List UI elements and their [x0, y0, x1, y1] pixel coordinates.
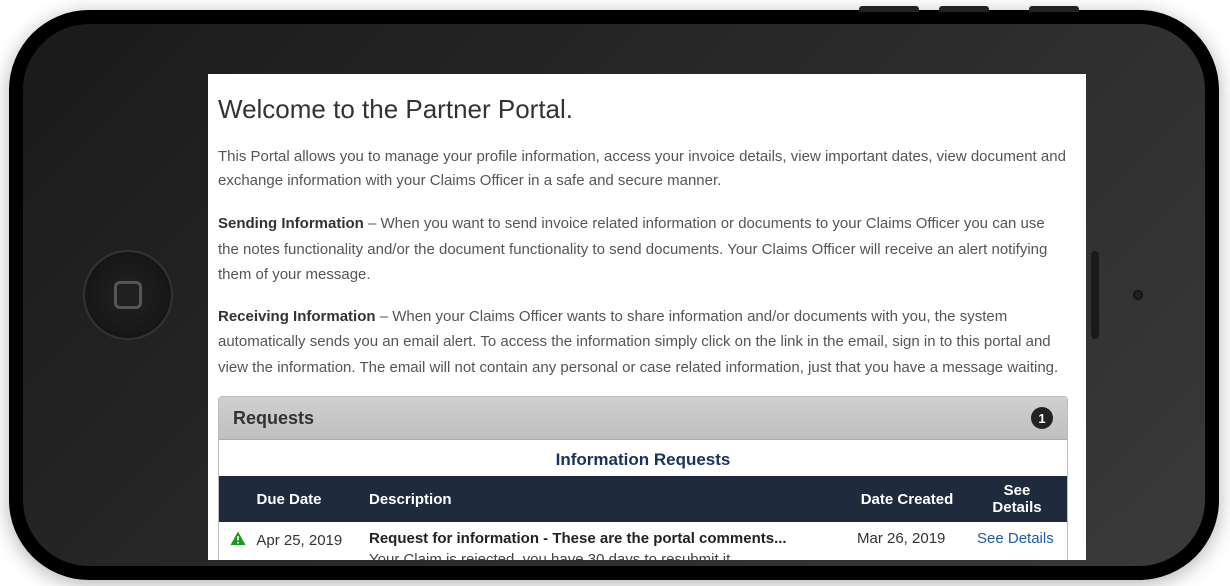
phone-top-button: [939, 6, 989, 12]
warning-icon: [229, 530, 247, 552]
see-details-link[interactable]: See Details: [977, 530, 1054, 547]
home-button[interactable]: [83, 250, 173, 340]
sending-label: Sending Information: [218, 215, 364, 232]
phone-bezel: Welcome to the Partner Portal. This Port…: [23, 24, 1205, 566]
description-main: Request for information - These are the …: [369, 530, 837, 547]
requests-table: Due Date Description Date Created See De…: [219, 476, 1067, 560]
phone-frame: Welcome to the Partner Portal. This Port…: [9, 10, 1219, 580]
col-due-date[interactable]: Due Date: [219, 476, 359, 522]
col-see-details[interactable]: See Details: [967, 476, 1067, 522]
table-header-row: Due Date Description Date Created See De…: [219, 476, 1067, 522]
home-button-icon: [114, 281, 142, 309]
requests-header[interactable]: Requests 1: [219, 397, 1067, 440]
receiving-label: Receiving Information: [218, 308, 376, 325]
requests-title: Requests: [233, 408, 314, 429]
screen-content: Welcome to the Partner Portal. This Port…: [208, 74, 1086, 560]
page-title: Welcome to the Partner Portal.: [218, 94, 1068, 125]
requests-count-badge: 1: [1031, 407, 1053, 429]
receiving-info-text: Receiving Information – When your Claims…: [218, 304, 1068, 381]
table-row: Apr 25, 2019 Request for information - T…: [219, 522, 1067, 560]
requests-panel: Requests 1 Information Requests Due Date…: [218, 396, 1068, 560]
cell-see-details: See Details: [967, 522, 1067, 560]
phone-top-button: [859, 6, 919, 12]
description-sub: Your Claim is rejected, you have 30 days…: [369, 551, 837, 560]
sending-info-text: Sending Information – When you want to s…: [218, 211, 1068, 288]
col-date-created[interactable]: Date Created: [847, 476, 967, 522]
phone-top-button: [1029, 6, 1079, 12]
due-date-text: Apr 25, 2019: [256, 532, 342, 549]
front-camera: [1131, 288, 1145, 302]
intro-text: This Portal allows you to manage your pr…: [218, 145, 1068, 193]
speaker: [1090, 250, 1100, 340]
table-subtitle: Information Requests: [219, 440, 1067, 476]
cell-description: Request for information - These are the …: [359, 522, 847, 560]
cell-date-created: Mar 26, 2019: [847, 522, 967, 560]
cell-due-date: Apr 25, 2019: [219, 522, 359, 560]
col-description[interactable]: Description: [359, 476, 847, 522]
